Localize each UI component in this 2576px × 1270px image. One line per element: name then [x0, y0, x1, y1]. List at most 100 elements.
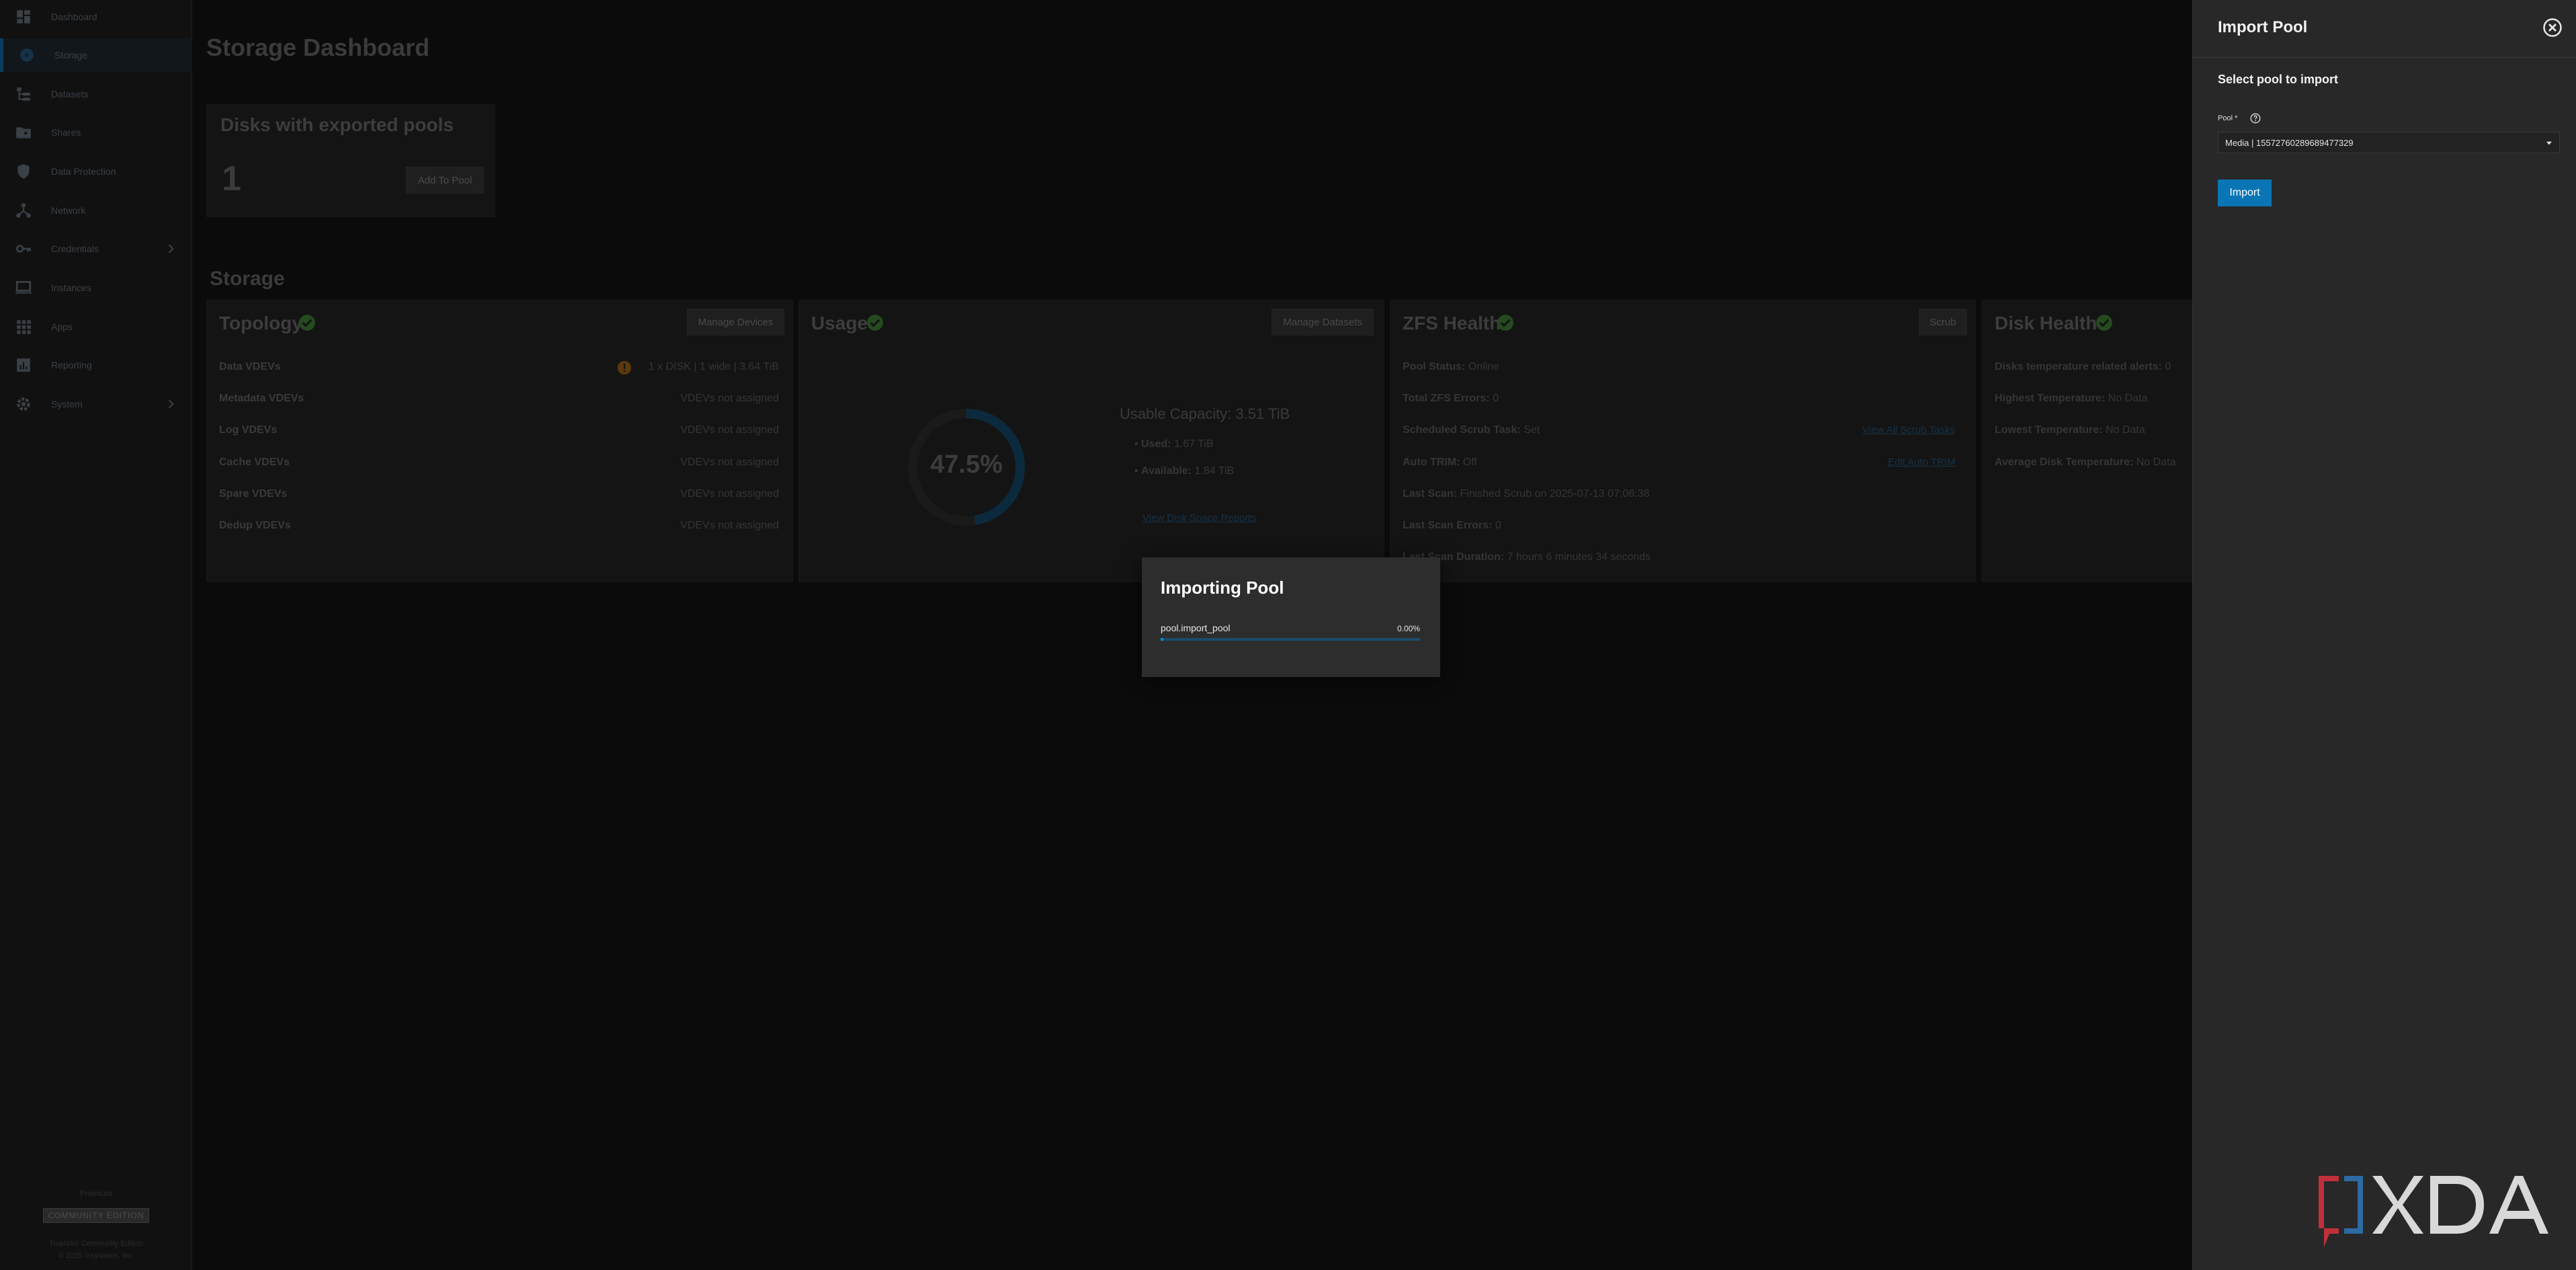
zfs-row-value: Online — [1468, 361, 1500, 372]
check-circle-icon — [866, 314, 884, 331]
disk-health-value: No Data — [2106, 424, 2145, 436]
edition-badge: COMMUNITY EDITION — [43, 1208, 149, 1223]
disk-health-value: No Data — [2136, 457, 2176, 468]
sidebar-item-label: Shares — [51, 127, 81, 138]
job-progress-bar — [1161, 638, 1420, 641]
manage-datasets-button[interactable]: Manage Datasets — [1272, 309, 1374, 335]
sidebar-item-apps[interactable]: Apps — [0, 310, 192, 344]
importing-pool-dialog: Importing Pool pool.import_pool 0.00% — [1142, 557, 1440, 677]
sidebar-item-system[interactable]: System — [0, 387, 192, 421]
zfs-row-label: Last Scan: — [1403, 488, 1457, 500]
page-title: Storage Dashboard — [206, 34, 430, 61]
card-title: Disk Health — [1995, 313, 2097, 333]
zfs-row-label: Total ZFS Errors: — [1403, 393, 1490, 404]
zfs-row: Last Scan Errors: 0 — [1403, 520, 1501, 532]
sidebar-item-shares[interactable]: Shares — [0, 116, 192, 149]
import-button[interactable]: Import — [2218, 180, 2272, 206]
sidebar-item-label: Credentials — [51, 243, 99, 254]
panel-title: Import Pool — [2218, 18, 2308, 36]
sidebar-item-instances[interactable]: Instances — [0, 271, 192, 305]
sidebar-item-label: Instances — [51, 282, 91, 293]
sidebar-item-dashboard[interactable]: Dashboard — [0, 0, 192, 34]
zfs-row-value: Finished Scrub on 2025-07-13 07:06:38 — [1460, 488, 1650, 500]
disk-space-reports-link[interactable]: View Disk Space Reports — [1142, 512, 1256, 524]
panel-divider — [2193, 57, 2576, 58]
sidebar-item-credentials[interactable]: Credentials — [0, 232, 192, 266]
card-title: ZFS Health — [1403, 313, 1501, 333]
usable-capacity-label: Usable Capacity: — [1120, 405, 1232, 422]
zfs-row: Scheduled Scrub Task: Set — [1403, 424, 1540, 436]
disk-health-row: Highest Temperature: No Data — [1995, 393, 2147, 405]
check-circle-icon — [298, 314, 316, 331]
vdev-label: Spare VDEVs — [219, 488, 288, 500]
scrub-button[interactable]: Scrub — [1919, 309, 1967, 335]
chevron-right-icon — [164, 242, 177, 255]
disk-health-row: Lowest Temperature: No Data — [1995, 424, 2145, 436]
sidebar-item-label: Dashboard — [51, 11, 97, 22]
sidebar-item-data-protection[interactable]: Data Protection — [0, 155, 192, 188]
gear-icon — [13, 394, 34, 414]
vdev-label: Cache VDEVs — [219, 457, 290, 468]
help-circle-icon[interactable] — [2249, 112, 2261, 124]
sidebar-item-label: Apps — [51, 321, 73, 332]
network-icon — [13, 200, 34, 221]
import-pool-panel: Import Pool Select pool to import Pool *… — [2192, 0, 2576, 1270]
vdev-label: Data VDEVs — [219, 361, 281, 372]
check-circle-icon — [1497, 314, 1514, 331]
job-progress-fill — [1161, 638, 1163, 641]
topology-card: Topology Manage Devices Data VDEVs 1 x D… — [206, 300, 793, 582]
zfs-health-card: ZFS Health Scrub Pool Status: Online Tot… — [1390, 300, 1976, 582]
monitor-icon — [13, 278, 34, 298]
exported-pools-card: Disks with exported pools Add To Pool — [206, 104, 495, 217]
zfs-row-label: Scheduled Scrub Task: — [1403, 424, 1521, 436]
sidebar-item-label: Data Protection — [51, 166, 116, 177]
zfs-row-value: Set — [1524, 424, 1540, 436]
card-title: Disks with exported pools — [220, 114, 454, 135]
zfs-row: Pool Status: Online — [1403, 361, 1499, 373]
sidebar-item-network[interactable]: Network — [0, 194, 192, 227]
manage-devices-button[interactable]: Manage Devices — [687, 309, 784, 335]
usable-capacity: Usable Capacity: 3.51 TiB — [1120, 405, 1290, 423]
vdev-label: Log VDEVs — [219, 424, 278, 436]
usage-percent: 47.5% — [930, 450, 1003, 479]
job-name: pool.import_pool — [1161, 623, 1231, 633]
available-value: 1.84 TiB — [1194, 465, 1235, 477]
add-to-pool-button[interactable]: Add To Pool — [406, 167, 484, 194]
zfs-row-label: Auto TRIM: — [1403, 457, 1460, 468]
card-title: Usage — [811, 313, 868, 333]
sidebar-item-label: Reporting — [51, 360, 92, 370]
vdev-value: VDEVs not assigned — [680, 488, 779, 500]
vdev-label: Dedup VDEVs — [219, 520, 291, 531]
vdev-value: VDEVs not assigned — [680, 520, 779, 531]
zfs-row-label: Last Scan Errors: — [1403, 520, 1493, 531]
view-scrub-tasks-link[interactable]: View All Scrub Tasks — [1862, 424, 1955, 436]
zfs-row-value: 0 — [1495, 520, 1501, 531]
disk-health-label: Average Disk Temperature: — [1995, 457, 2134, 468]
vdev-value: VDEVs not assigned — [680, 457, 779, 468]
available-label: Available: — [1141, 465, 1192, 477]
sidebar-item-reporting[interactable]: Reporting — [0, 348, 192, 382]
storage-icon — [17, 45, 37, 65]
disk-health-value: No Data — [2108, 393, 2148, 404]
shield-icon — [13, 161, 34, 182]
pool-select[interactable]: Media | 15572760289689477329 — [2218, 132, 2560, 153]
xda-logo — [2319, 1176, 2548, 1247]
used-value: 1.67 TiB — [1173, 438, 1214, 450]
sidebar-item-datasets[interactable]: Datasets — [0, 77, 192, 111]
sidebar-item-storage[interactable]: Storage — [0, 38, 192, 72]
section-heading: Storage — [210, 268, 285, 290]
sidebar-item-label: Network — [51, 205, 86, 216]
close-icon[interactable] — [2542, 17, 2563, 38]
vdev-value: VDEVs not assigned — [680, 393, 779, 404]
disk-health-row: Average Disk Temperature: No Data — [1995, 457, 2175, 469]
pool-field-label: Pool * — [2218, 114, 2238, 122]
chevron-right-icon — [164, 397, 177, 411]
disk-health-row: Disks temperature related alerts: 0 — [1995, 361, 2171, 373]
usable-capacity-value: 3.51 TiB — [1235, 405, 1290, 422]
edit-auto-trim-link[interactable]: Edit Auto TRIM — [1888, 457, 1956, 468]
zfs-row-value: 7 hours 6 minutes 34 seconds — [1507, 551, 1651, 563]
caret-down-icon — [2544, 138, 2554, 148]
panel-subtitle: Select pool to import — [2218, 73, 2339, 86]
zfs-row: Last Scan: Finished Scrub on 2025-07-13 … — [1403, 488, 1649, 500]
shares-icon — [13, 122, 34, 143]
